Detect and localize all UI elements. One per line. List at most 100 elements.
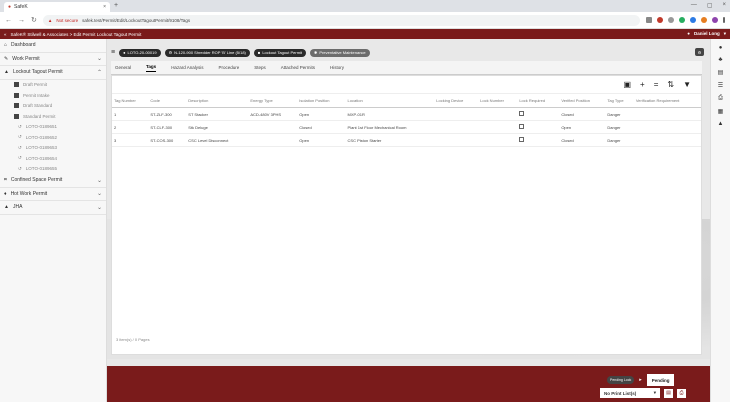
table-row[interactable]: 2 ST-CLF-300 Stk Deluge Closed Plant 1st…: [112, 120, 701, 134]
lock-required-checkbox[interactable]: [519, 111, 525, 116]
reload-icon[interactable]: ↻: [31, 16, 37, 24]
back-icon[interactable]: ←: [5, 17, 12, 24]
sidebar-recent-item[interactable]: ↺ LOTO-0189655: [0, 164, 106, 175]
permit-id-chip[interactable]: ● LOTO-20-00019: [119, 48, 161, 57]
close-window-icon[interactable]: ×: [722, 2, 726, 9]
column-header[interactable]: Lock Required: [517, 93, 560, 108]
equals-icon[interactable]: =: [654, 80, 659, 89]
table-header-row: Tag Number Code Description Energy Type …: [112, 93, 701, 108]
collapse-icon[interactable]: «: [4, 32, 7, 37]
sidebar-recent-item[interactable]: ↺ LOTO-0189652: [0, 132, 106, 143]
pending-button[interactable]: Pending: [646, 374, 675, 386]
maximize-icon[interactable]: ▢: [707, 2, 713, 9]
chevron-up-icon: ⌃: [96, 69, 102, 76]
status-chip[interactable]: Pending Lock: [607, 376, 635, 384]
sidebar-item-lockout-tagout[interactable]: ▲ Lockout Tagout Permit ⌃: [0, 66, 106, 80]
info-icon[interactable]: ●: [719, 45, 723, 51]
close-tab-icon[interactable]: ×: [103, 4, 106, 10]
print-icon[interactable]: ⎙: [718, 95, 723, 102]
grid-view-icon[interactable]: ▦: [718, 108, 724, 115]
sidebar-subitem[interactable]: Permit Intake: [0, 90, 106, 101]
ext-blue-icon[interactable]: [690, 17, 696, 23]
sidebar-subitem[interactable]: Draft Permit: [0, 80, 106, 91]
chevron-down-icon: ⌄: [96, 191, 102, 198]
permit-toolbar: ≡ ● LOTO-20-00019 ⚙ N-120-900 Shredder ROP…: [107, 47, 710, 58]
sidebar-item-label: Hot Work Permit: [10, 190, 48, 197]
category-chip[interactable]: ✱ Preventative Maintenance: [310, 48, 370, 57]
menu-icon[interactable]: ≡: [111, 49, 115, 56]
address-bar: ← → ↻ ▲ Not secure safek.test/Permit/Edi…: [0, 12, 730, 29]
tab-history[interactable]: History: [330, 65, 344, 70]
document-icon[interactable]: ▤: [718, 69, 724, 76]
tab-hazard-analysis[interactable]: Hazard Analysis: [171, 65, 203, 70]
table-row[interactable]: 3 ST-COS-300 CSC Level Disconnect Open C…: [112, 133, 701, 147]
sidebar-recent-item[interactable]: ↺ LOTO-0189654: [0, 153, 106, 164]
permit-type-chip[interactable]: ■ Lockout Tagout Permit: [253, 48, 307, 57]
browser-tab[interactable]: ● SafeK ×: [4, 2, 110, 12]
user-icon: ●: [687, 31, 690, 36]
sidebar-item-jha[interactable]: ▲ JHA ⌄: [0, 201, 106, 215]
print-doc-button[interactable]: ▤: [664, 388, 673, 398]
sidebar-subitem[interactable]: Standard Permit: [0, 111, 106, 122]
settings-button[interactable]: ⚙: [695, 48, 704, 56]
filter-icon[interactable]: ▼: [683, 80, 691, 89]
sidebar-item-hot-work[interactable]: ♦ Hot Work Permit ⌄: [0, 188, 106, 201]
printer-button[interactable]: ⎙: [677, 388, 686, 398]
tab-steps[interactable]: Steps: [254, 65, 266, 70]
lock-required-checkbox[interactable]: [519, 124, 525, 129]
status-controls: Pending Lock ▸ Pending: [607, 374, 675, 386]
sidebar-item-dashboard[interactable]: ⌂ Dashboard: [0, 39, 106, 53]
hardhat-icon[interactable]: ▲: [718, 121, 724, 127]
tags-panel: ▣ + = ⇅ ▼ Tag Number Code Description En…: [111, 75, 702, 355]
lock-required-checkbox[interactable]: [519, 137, 525, 142]
column-header[interactable]: Tag Number: [112, 93, 149, 108]
ext-orange-icon[interactable]: [701, 17, 707, 23]
url-field[interactable]: ▲ Not secure safek.test/Permit/Edit/Lock…: [42, 14, 640, 26]
column-header[interactable]: Locking Device: [434, 93, 479, 108]
sidebar-item-work-permit[interactable]: ✎ Work Permit ⌄: [0, 53, 106, 66]
ext-red-icon[interactable]: [657, 17, 663, 23]
minimize-icon[interactable]: —: [691, 2, 697, 9]
profile-icon[interactable]: [712, 17, 718, 23]
column-header[interactable]: Verification Requirement: [633, 93, 701, 108]
column-header[interactable]: Code: [148, 93, 187, 108]
star-icon[interactable]: [646, 17, 652, 23]
ext-grey-icon[interactable]: [668, 17, 674, 23]
tab-attached-permits[interactable]: Attached Permits: [281, 65, 315, 70]
list-icon[interactable]: ☰: [718, 82, 723, 89]
doc-icon: ■: [257, 50, 261, 55]
right-toolbar: ● ♣ ▤ ☰ ⎙ ▦ ▲: [710, 39, 730, 402]
forward-icon[interactable]: →: [18, 17, 25, 24]
sort-icon[interactable]: ⇅: [667, 80, 674, 89]
tab-general[interactable]: General: [115, 65, 131, 70]
tab-tags[interactable]: Tags: [146, 64, 157, 72]
column-header[interactable]: Tag Type: [605, 93, 634, 108]
warning-icon: ▲: [47, 17, 53, 23]
doc-icon: [14, 103, 19, 109]
column-header[interactable]: Energy Type: [248, 93, 298, 108]
tools-icon: ✱: [314, 50, 318, 55]
tab-title: SafeK: [14, 4, 28, 10]
ext-green-icon[interactable]: [679, 17, 685, 23]
column-header[interactable]: Isolation Position: [297, 93, 346, 108]
print-list-select[interactable]: No Print List(s) ▾: [600, 388, 660, 398]
menu-dots-icon[interactable]: [723, 17, 725, 23]
column-header[interactable]: Description: [186, 93, 249, 108]
column-header[interactable]: Location: [345, 93, 435, 108]
add-icon[interactable]: +: [640, 80, 645, 89]
history-icon: ↺: [18, 155, 22, 161]
tab-procedure[interactable]: Procedure: [218, 65, 239, 70]
users-icon[interactable]: ♣: [719, 57, 723, 63]
table-row[interactable]: 1 ST-ZLF-300 ST Stacker ACD-480V 3PHS Op…: [112, 107, 701, 121]
sidebar-subitem[interactable]: Draft Standard: [0, 101, 106, 112]
print-icon[interactable]: ▣: [623, 80, 631, 89]
equipment-chip[interactable]: ⚙ N-120-900 Shredder ROP 'B' Line (5/18): [164, 48, 250, 57]
sidebar-recent-item[interactable]: ↺ LOTO-0189653: [0, 143, 106, 154]
user-menu[interactable]: ● Daniel Long ▾: [687, 31, 726, 37]
new-tab-icon[interactable]: +: [114, 2, 118, 9]
column-header[interactable]: Lock Number: [478, 93, 518, 108]
sidebar-recent-item[interactable]: ↺ LOTO-0189651: [0, 122, 106, 133]
column-header[interactable]: Verified Position: [559, 93, 606, 108]
tags-table: Tag Number Code Description Energy Type …: [112, 93, 701, 147]
sidebar-item-confined-space[interactable]: ⌗ Confined Space Permit ⌄: [0, 174, 106, 188]
